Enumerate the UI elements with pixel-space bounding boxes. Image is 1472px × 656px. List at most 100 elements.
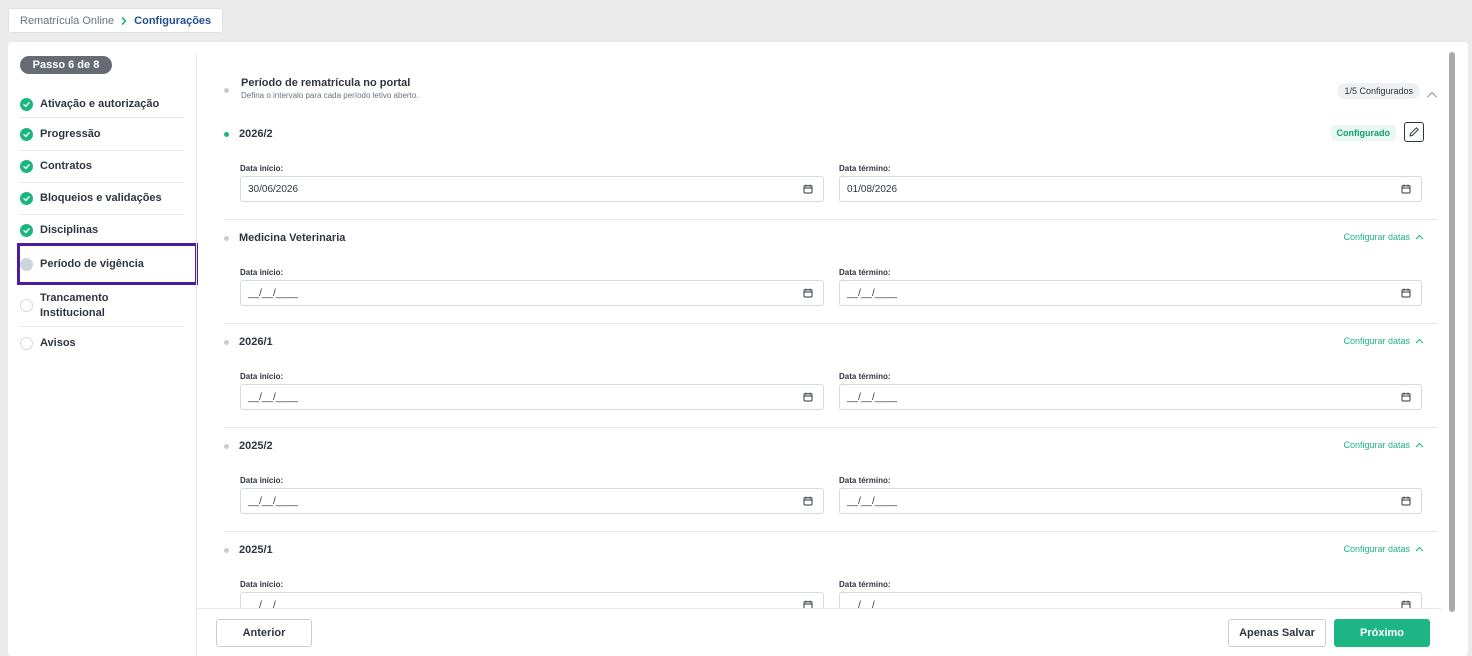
- sidebar-item-avisos[interactable]: Avisos: [20, 328, 184, 358]
- calendar-icon: [1401, 392, 1411, 402]
- check-icon: [20, 128, 33, 141]
- scrollbar[interactable]: [1449, 52, 1455, 612]
- configure-dates-label: Configurar datas: [1343, 232, 1410, 242]
- start-date-input[interactable]: __/__/____: [240, 280, 824, 306]
- period-row: 2025/1 Configurar datas Data início: __/…: [224, 542, 1438, 608]
- next-button[interactable]: Próximo: [1334, 619, 1430, 647]
- configure-dates-toggle[interactable]: Configurar datas: [1343, 544, 1424, 554]
- start-date-label: Data início:: [240, 164, 284, 173]
- edit-button[interactable]: [1404, 122, 1424, 142]
- period-row: 2026/1 Configurar datas Data início: __/…: [224, 334, 1438, 430]
- end-date-label: Data término:: [839, 164, 891, 173]
- calendar-icon: [1401, 184, 1411, 194]
- start-date-input[interactable]: __/__/____: [240, 592, 824, 608]
- period-name: 2026/1: [239, 336, 273, 348]
- period-header: 2025/2: [224, 438, 1438, 454]
- status-dot-icon: [224, 547, 229, 553]
- sidebar-item-label: Trancamento Institucional: [40, 291, 109, 319]
- start-date-input[interactable]: __/__/____: [240, 488, 824, 514]
- sidebar-item-ativacao[interactable]: Ativação e autorização: [20, 92, 184, 118]
- chevron-up-icon: [1415, 234, 1424, 240]
- end-date-input[interactable]: __/__/____: [839, 384, 1422, 410]
- start-date-label: Data início:: [240, 580, 284, 589]
- calendar-icon: [1401, 600, 1411, 608]
- check-icon: [20, 160, 33, 173]
- section-header: Período de rematrícula no portal Defina …: [224, 77, 418, 100]
- end-date-label: Data término:: [839, 580, 891, 589]
- wizard-footer: Anterior Apenas Salvar Próximo: [197, 608, 1441, 656]
- period-name: 2025/1: [239, 544, 273, 556]
- empty-circle-icon: [20, 299, 33, 312]
- period-header: 2026/1: [224, 334, 1438, 350]
- empty-circle-icon: [20, 336, 33, 350]
- end-date-input[interactable]: 01/08/2026: [839, 176, 1422, 202]
- breadcrumb-root[interactable]: Rematrícula Online: [20, 15, 114, 27]
- breadcrumb-current: Configurações: [134, 14, 212, 27]
- end-date-value: __/__/____: [847, 599, 898, 609]
- current-step-highlight: [17, 243, 198, 285]
- previous-button[interactable]: Anterior: [216, 619, 312, 647]
- sidebar-item-bloqueios[interactable]: Bloqueios e validações: [20, 183, 184, 215]
- end-date-label: Data término:: [839, 372, 891, 381]
- sidebar-item-progressao[interactable]: Progressão: [20, 119, 184, 151]
- start-date-value: __/__/____: [248, 495, 299, 507]
- configure-dates-toggle[interactable]: Configurar datas: [1343, 232, 1424, 242]
- start-date-value: __/__/____: [248, 599, 299, 609]
- start-date-input[interactable]: __/__/____: [240, 384, 824, 410]
- configure-dates-toggle[interactable]: Configurar datas: [1343, 440, 1424, 450]
- status-dot-icon: [224, 131, 229, 137]
- sidebar-item-label: Contratos: [40, 160, 92, 172]
- step-badge: Passo 6 de 8: [20, 56, 112, 74]
- calendar-icon: [803, 288, 813, 298]
- configured-count-badge: 1/5 Configurados: [1337, 83, 1420, 99]
- sidebar-item-label: Disciplinas: [40, 223, 99, 236]
- chevron-up-icon: [1415, 442, 1424, 448]
- start-date-value: __/__/____: [248, 287, 299, 299]
- sidebar-divider: [196, 54, 197, 656]
- end-date-input[interactable]: __/__/____: [839, 488, 1422, 514]
- period-row: Medicina Veterinaria Configurar datas Da…: [224, 230, 1438, 326]
- configure-dates-toggle[interactable]: Configurar datas: [1343, 336, 1424, 346]
- period-header: 2025/1: [224, 542, 1438, 558]
- end-date-label: Data término:: [839, 268, 891, 277]
- start-date-input[interactable]: 30/06/2026: [240, 176, 824, 202]
- sidebar-item-trancamento[interactable]: Trancamento Institucional: [20, 285, 184, 327]
- section-title: Período de rematrícula no portal: [241, 77, 411, 89]
- divider: [224, 219, 1438, 220]
- check-icon: [20, 98, 33, 111]
- calendar-icon: [1401, 288, 1411, 298]
- configure-dates-label: Configurar datas: [1343, 544, 1410, 554]
- configured-badge: Configurado: [1330, 125, 1396, 141]
- period-name: 2025/2: [239, 440, 273, 452]
- period-name: Medicina Veterinaria: [239, 232, 346, 244]
- calendar-icon: [803, 184, 813, 194]
- steps-sidebar: Passo 6 de 8 Ativação e autorização Prog…: [8, 42, 198, 656]
- check-icon: [20, 223, 33, 237]
- sidebar-item-disciplinas[interactable]: Disciplinas: [20, 215, 184, 246]
- configure-dates-label: Configurar datas: [1343, 440, 1410, 450]
- status-dot-icon: [224, 88, 229, 93]
- end-date-value: __/__/____: [847, 495, 898, 507]
- period-row: 2026/2 Configurado Data início: 30/06/20…: [224, 122, 1438, 222]
- check-icon: [20, 192, 33, 205]
- save-only-button[interactable]: Apenas Salvar: [1228, 619, 1326, 647]
- chevron-right-icon: [120, 16, 128, 25]
- start-date-label: Data início:: [240, 372, 284, 381]
- breadcrumb: Rematrícula Online Configurações: [8, 8, 224, 33]
- sidebar-item-contratos[interactable]: Contratos: [20, 151, 184, 183]
- end-date-label: Data término:: [839, 476, 891, 485]
- chevron-up-icon[interactable]: [1426, 86, 1438, 104]
- status-dot-icon: [224, 235, 229, 241]
- sidebar-item-label: Avisos: [40, 336, 76, 349]
- end-date-input[interactable]: __/__/____: [839, 592, 1422, 608]
- end-date-input[interactable]: __/__/____: [839, 280, 1422, 306]
- section-description: Defina o intervalo para cada período let…: [241, 91, 419, 100]
- sidebar-item-label: Progressão: [40, 128, 101, 140]
- period-header: Medicina Veterinaria: [224, 230, 1438, 246]
- divider: [224, 323, 1438, 324]
- scrollbar-thumb[interactable]: [1449, 52, 1455, 612]
- sidebar-item-label: Bloqueios e validações: [40, 192, 162, 204]
- status-dot-icon: [224, 339, 229, 345]
- wizard-card: Passo 6 de 8 Ativação e autorização Prog…: [8, 42, 1468, 656]
- period-header: 2026/2: [224, 126, 1438, 142]
